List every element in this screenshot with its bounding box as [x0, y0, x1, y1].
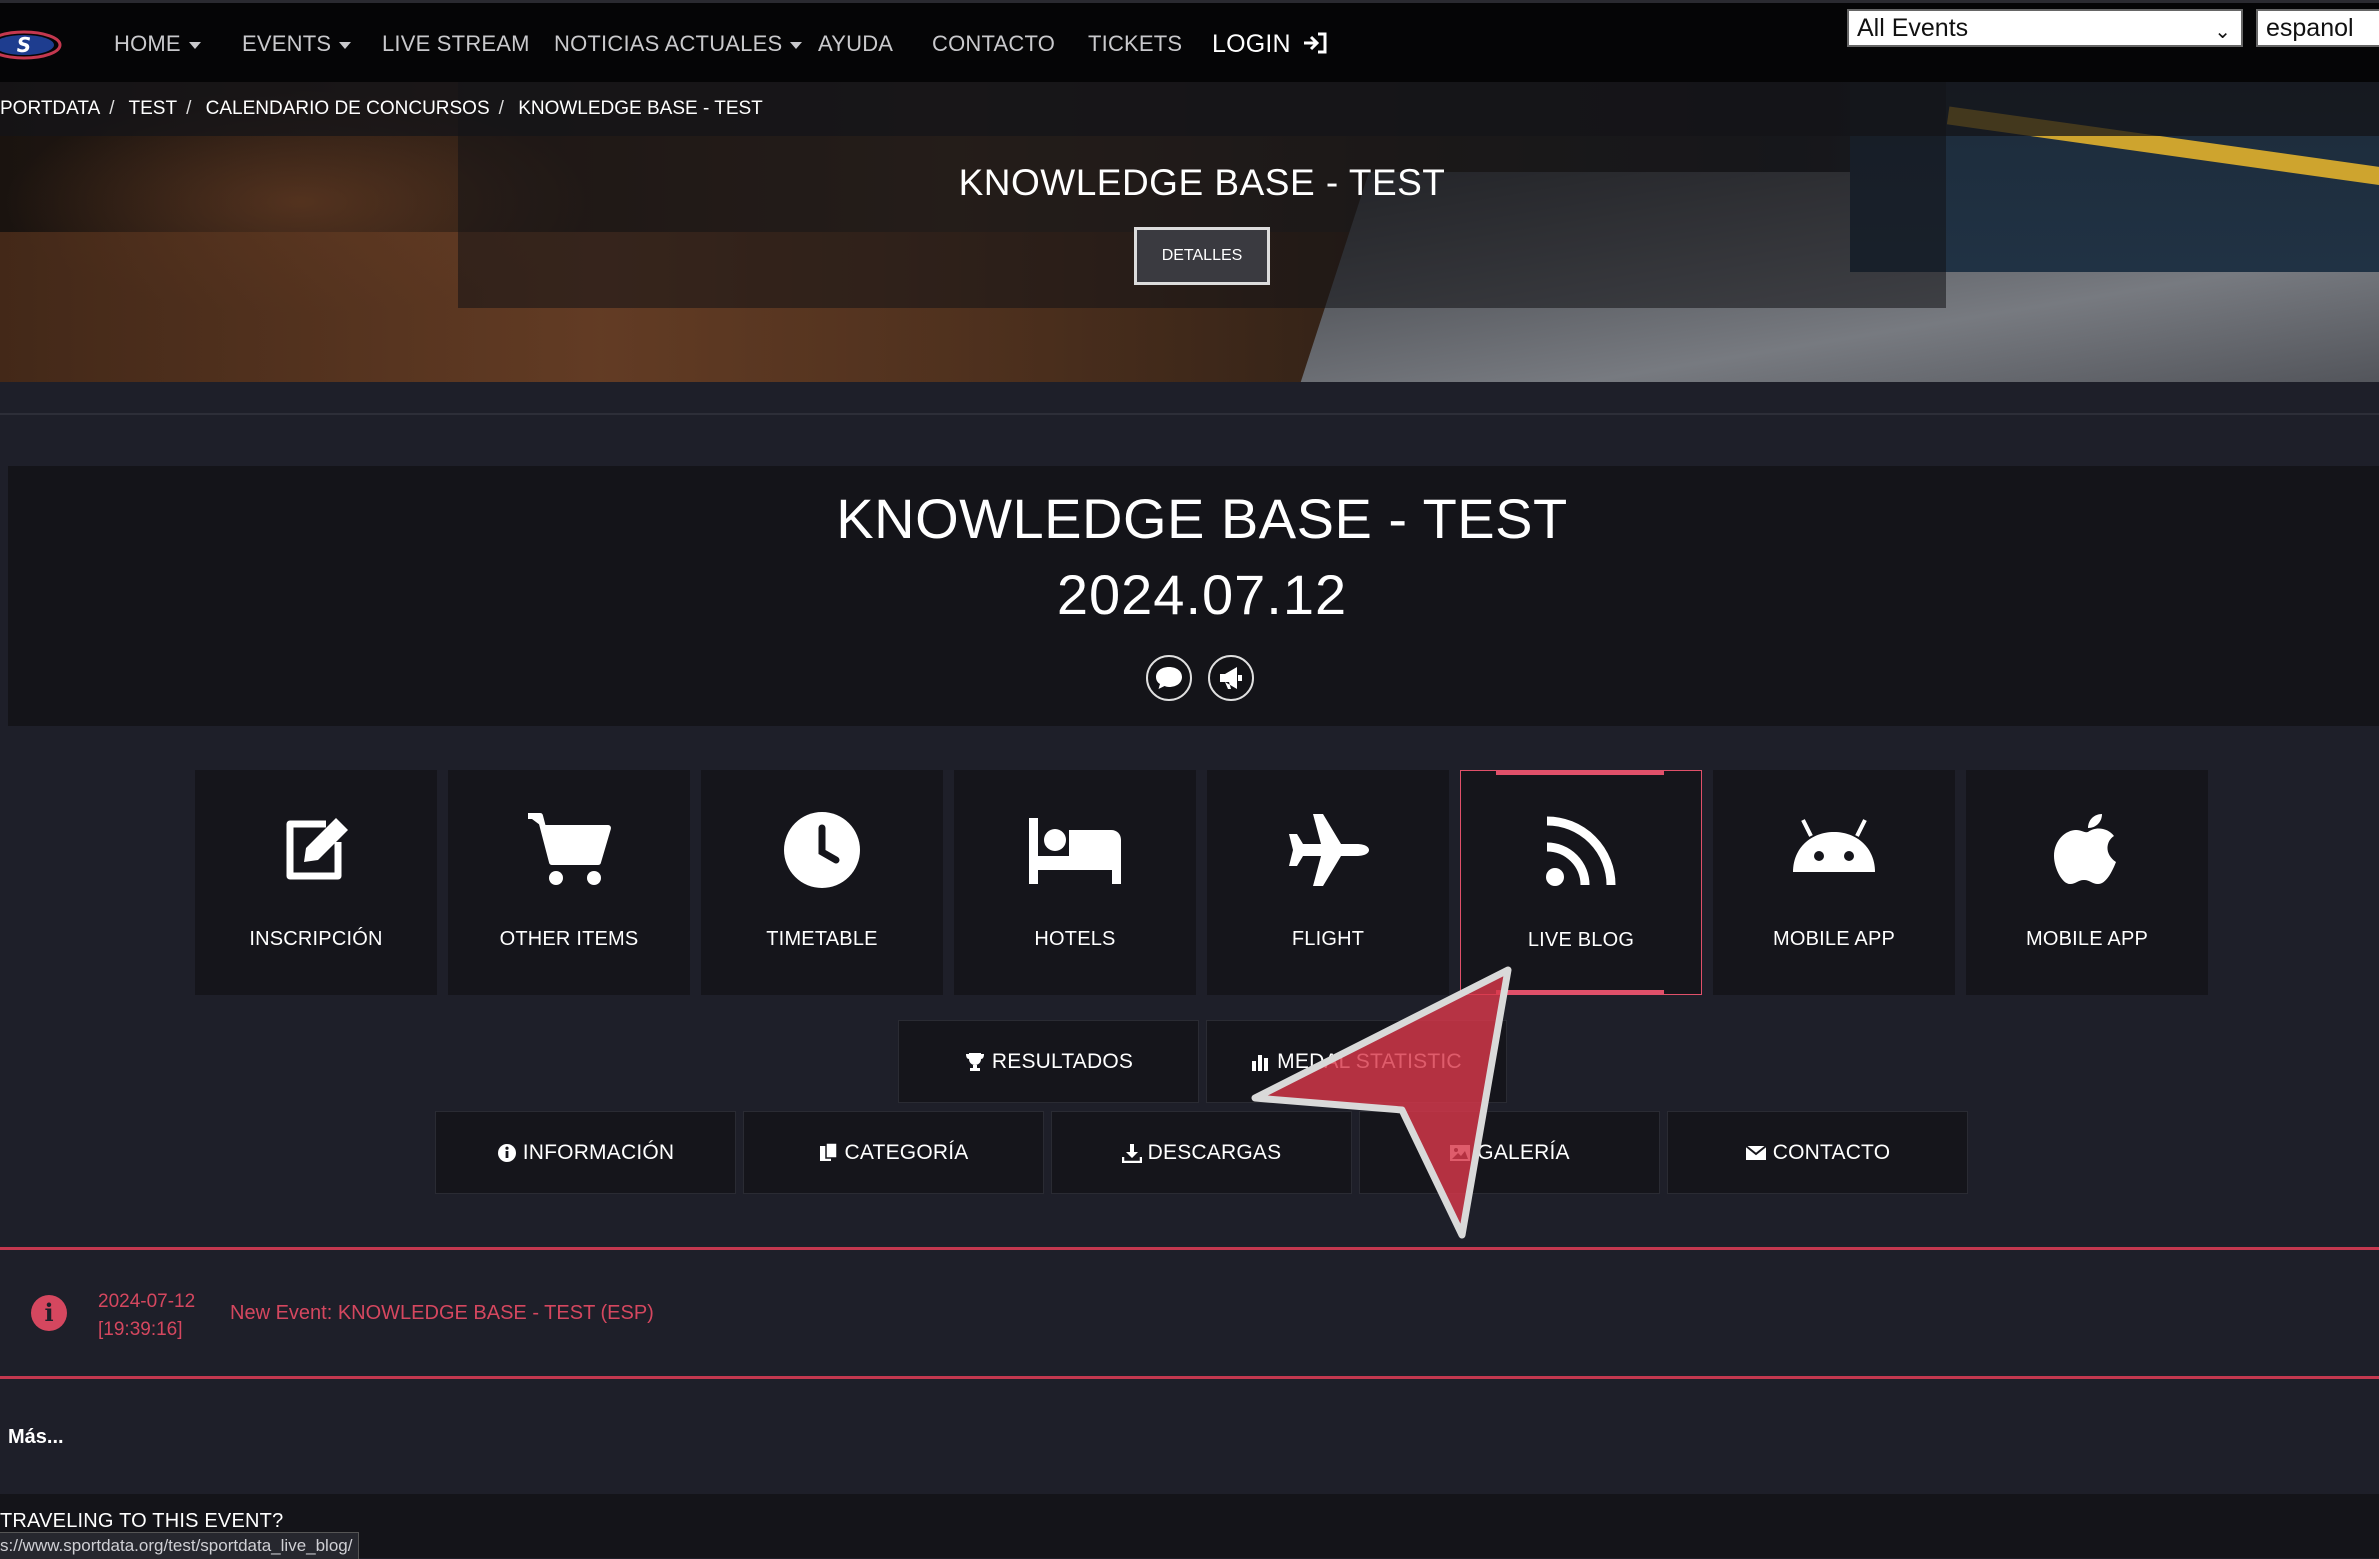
pointer-arrow-icon — [1251, 966, 1512, 1239]
clock-icon — [701, 805, 943, 895]
event-title: KNOWLEDGE BASE - TEST — [836, 487, 1568, 550]
plane-icon — [1207, 805, 1449, 895]
caret-down-icon — [188, 41, 201, 49]
android-icon — [1713, 805, 1955, 895]
resultados-button[interactable]: RESULTADOS — [898, 1020, 1199, 1103]
hero-banner: PORTDATA / TEST / CALENDARIO DE CONCURSOS /… — [0, 82, 2379, 382]
nav-noticias-actuales[interactable]: NOTICIAS ACTUALES — [554, 3, 803, 85]
galeria-button[interactable]: GALERÍA — [1359, 1111, 1660, 1194]
bed-icon — [954, 805, 1196, 895]
info-icon — [497, 1143, 516, 1162]
breadcrumb-item-portdata[interactable]: PORTDATA — [0, 98, 100, 119]
nav-home[interactable]: HOME — [114, 3, 201, 85]
copy-icon — [819, 1141, 838, 1161]
nav-events[interactable]: EVENTS — [242, 3, 352, 85]
news-divider-bottom — [0, 1376, 2379, 1379]
news-divider-top — [0, 1247, 2379, 1250]
news-text[interactable]: New Event: KNOWLEDGE BASE - TEST (ESP) — [230, 1302, 654, 1325]
tile-other-items[interactable]: OTHER ITEMS — [448, 770, 690, 995]
contacto-button[interactable]: CONTACTO — [1667, 1111, 1968, 1194]
edit-icon — [195, 805, 437, 895]
nav-live-stream[interactable]: LIVE STREAM — [382, 3, 530, 85]
details-button[interactable]: DETALLES — [1134, 227, 1270, 285]
tile-mobile-app-apple[interactable]: MOBILE APP — [1966, 770, 2208, 995]
breadcrumb-item-test[interactable]: TEST — [129, 98, 178, 119]
tile-live-blog[interactable]: LIVE BLOG — [1460, 770, 1702, 995]
descargas-button[interactable]: DESCARGAS — [1051, 1111, 1352, 1194]
traveling-heading: TRAVELING TO THIS EVENT? — [0, 1510, 284, 1532]
cart-icon — [448, 805, 690, 895]
nav-tickets[interactable]: TICKETS — [1088, 3, 1182, 85]
sign-in-icon — [1303, 32, 1327, 54]
active-indicator — [1496, 771, 1664, 775]
event-date: 2024.07.12 — [1056, 563, 1348, 626]
apple-icon — [1966, 805, 2208, 895]
chevron-down-icon: ⌄ — [2214, 21, 2231, 43]
tile-inscripcion[interactable]: INSCRIPCIÓN — [195, 770, 437, 995]
medal-statistic-button[interactable]: MEDAL STATISTIC — [1206, 1020, 1507, 1103]
rss-icon — [1461, 806, 1701, 896]
divider — [0, 413, 2379, 415]
trophy-icon — [965, 1052, 984, 1071]
nav-login[interactable]: LOGIN — [1212, 3, 1328, 85]
event-select[interactable]: All Events ⌄ — [1847, 9, 2243, 47]
nav-ayuda[interactable]: AYUDA — [818, 3, 893, 85]
news-date: 2024-07-12 — [98, 1291, 196, 1312]
svg-text:S: S — [17, 33, 31, 57]
sportdata-logo-icon[interactable]: S — [0, 25, 62, 65]
envelope-icon — [1745, 1144, 1767, 1160]
info-circle-icon: i — [31, 1295, 67, 1331]
tile-timetable[interactable]: TIMETABLE — [701, 770, 943, 995]
breadcrumb: PORTDATA / TEST / CALENDARIO DE CONCURSOS /… — [0, 98, 763, 119]
caret-down-icon — [339, 41, 352, 49]
active-indicator — [1496, 990, 1664, 994]
bullhorn-icon[interactable] — [1208, 655, 1254, 701]
categoria-button[interactable]: CATEGORÍA — [743, 1111, 1044, 1194]
bar-chart-icon — [1252, 1054, 1269, 1071]
breadcrumb-item-calendario[interactable]: CALENDARIO DE CONCURSOS — [206, 98, 490, 119]
informacion-button[interactable]: INFORMACIÓN — [435, 1111, 736, 1194]
language-select[interactable]: espanol — [2256, 9, 2379, 47]
tile-mobile-app-android[interactable]: MOBILE APP — [1713, 770, 1955, 995]
nav-contacto[interactable]: CONTACTO — [932, 3, 1055, 85]
status-bar-url: s://www.sportdata.org/test/sportdata_liv… — [0, 1532, 360, 1559]
news-time: [19:39:16] — [98, 1319, 183, 1340]
more-link[interactable]: Más... — [8, 1426, 64, 1449]
comment-icon[interactable] — [1146, 655, 1192, 701]
hero-title: KNOWLEDGE BASE - TEST — [958, 162, 1446, 203]
news-timestamp: 2024-07-12 [19:39:16] — [98, 1288, 195, 1344]
top-navbar: S HOME EVENTS LIVE STREAM NOTICIAS ACTUA… — [0, 0, 2379, 82]
image-icon — [1450, 1144, 1471, 1161]
tile-hotels[interactable]: HOTELS — [954, 770, 1196, 995]
breadcrumb-item-current: KNOWLEDGE BASE - TEST — [518, 98, 763, 119]
download-icon — [1121, 1143, 1142, 1163]
caret-down-icon — [790, 41, 803, 49]
tile-flight[interactable]: FLIGHT — [1207, 770, 1449, 995]
